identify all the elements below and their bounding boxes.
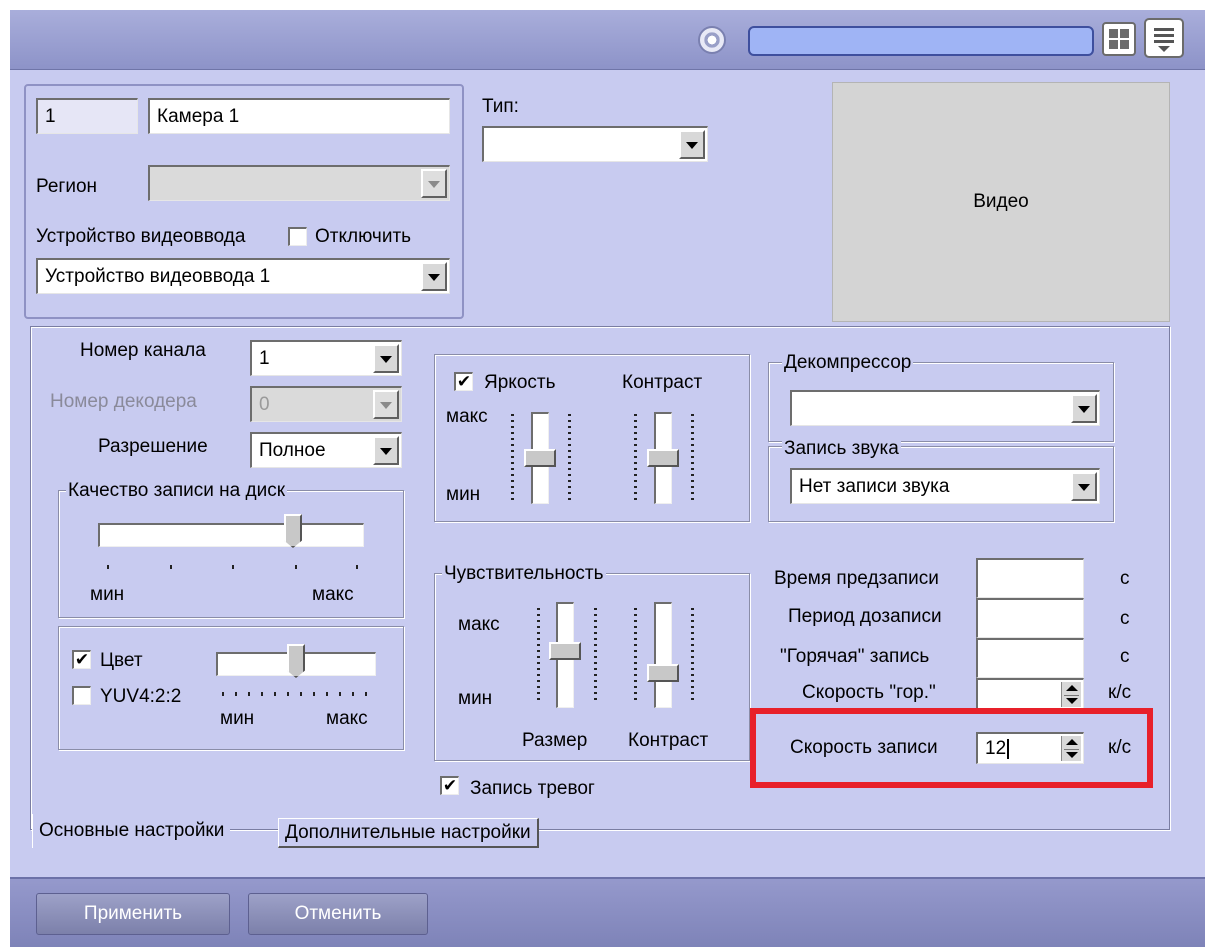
brightness-slider-thumb[interactable] bbox=[524, 449, 556, 467]
resolution-select[interactable]: Полное bbox=[250, 432, 402, 468]
chevron-down-icon[interactable] bbox=[421, 262, 447, 291]
brightness-checkbox[interactable]: ✔ bbox=[454, 372, 473, 391]
size-label: Размер bbox=[522, 730, 588, 751]
chevron-down-icon[interactable] bbox=[1071, 394, 1097, 423]
video-device-label: Устройство видеоввода bbox=[36, 226, 246, 247]
slider-ticks bbox=[634, 608, 637, 704]
hot-record-label: "Горячая" запись bbox=[780, 646, 930, 667]
hot-record-unit: с bbox=[1120, 646, 1130, 667]
postrecord-label: Период дозаписи bbox=[788, 606, 942, 627]
chevron-down-icon[interactable] bbox=[421, 169, 447, 198]
sensitivity-legend: Чувствительность bbox=[442, 563, 606, 585]
brightness-max-label: макс bbox=[446, 406, 488, 427]
slider-ticks bbox=[691, 414, 694, 500]
chevron-down-icon[interactable] bbox=[1071, 472, 1097, 501]
disable-device-checkbox[interactable] bbox=[288, 227, 307, 246]
grid-view-icon[interactable] bbox=[1102, 22, 1136, 56]
hot-speed-unit: к/с bbox=[1108, 682, 1132, 703]
yuv-checkbox[interactable] bbox=[72, 686, 91, 705]
resolution-label: Разрешение bbox=[98, 436, 208, 457]
chevron-down-icon[interactable] bbox=[679, 130, 705, 159]
contrast-slider-thumb[interactable] bbox=[647, 449, 679, 467]
size-slider-thumb[interactable] bbox=[549, 641, 581, 660]
contrast-label: Контраст bbox=[622, 372, 703, 393]
sensitivity-min-label: мин bbox=[458, 688, 493, 709]
cancel-button[interactable]: Отменить bbox=[248, 893, 428, 935]
image-adjust-group bbox=[434, 354, 750, 522]
color-min-label: мин bbox=[220, 708, 255, 729]
postrecord-field[interactable] bbox=[976, 598, 1084, 638]
camera-settings-window: 1 Камера 1 Регион Устройство видеоввода … bbox=[10, 10, 1205, 947]
tab-advanced-settings[interactable]: Дополнительные настройки bbox=[278, 818, 539, 848]
slider-ticks bbox=[594, 608, 597, 704]
spin-arrows-icon[interactable] bbox=[1061, 682, 1081, 707]
brightness-min-label: мин bbox=[446, 484, 481, 505]
sens-contrast-slider-thumb[interactable] bbox=[647, 663, 679, 682]
audio-recording-select[interactable]: Нет записи звука bbox=[790, 468, 1100, 504]
decompressor-select[interactable] bbox=[790, 390, 1100, 426]
slider-ticks bbox=[222, 692, 372, 696]
slider-ticks bbox=[537, 608, 540, 704]
tab-basic-settings[interactable]: Основные настройки bbox=[32, 814, 231, 848]
prerecord-field[interactable] bbox=[976, 558, 1084, 598]
slider-tick bbox=[295, 565, 297, 569]
hot-record-field[interactable] bbox=[976, 638, 1084, 678]
settings-gear-icon[interactable] bbox=[698, 26, 726, 54]
spin-arrows-icon[interactable] bbox=[1061, 736, 1081, 761]
slider-tick bbox=[356, 565, 358, 569]
chevron-down-icon[interactable] bbox=[373, 344, 399, 373]
yuv-label: YUV4:2:2 bbox=[100, 686, 182, 707]
slider-tick bbox=[170, 565, 172, 569]
disk-quality-track[interactable] bbox=[98, 523, 364, 547]
prerecord-unit: с bbox=[1120, 568, 1130, 589]
slider-ticks bbox=[634, 414, 637, 500]
chevron-down-icon bbox=[373, 390, 399, 419]
slider-tick bbox=[107, 565, 109, 569]
apply-button[interactable]: Применить bbox=[36, 893, 230, 935]
sens-contrast-track[interactable] bbox=[654, 602, 672, 708]
prerecord-label: Время предзаписи bbox=[774, 568, 939, 589]
disk-quality-legend: Качество записи на диск bbox=[66, 480, 288, 502]
color-checkbox[interactable]: ✔ bbox=[72, 650, 91, 669]
video-preview: Видео bbox=[832, 82, 1170, 322]
sens-contrast-label: Контраст bbox=[628, 730, 709, 751]
chevron-down-icon[interactable] bbox=[373, 436, 399, 465]
disable-device-label: Отключить bbox=[315, 226, 412, 247]
decoder-number-label: Номер декодера bbox=[50, 391, 197, 412]
region-label: Регион bbox=[36, 176, 98, 197]
record-speed-label: Скорость записи bbox=[790, 737, 938, 758]
slider-ticks bbox=[511, 414, 514, 500]
camera-id-field[interactable]: 1 bbox=[36, 98, 138, 134]
audio-recording-legend: Запись звука bbox=[782, 438, 901, 460]
title-bar bbox=[10, 10, 1205, 70]
video-device-select[interactable]: Устройство видеоввода 1 bbox=[36, 258, 450, 294]
postrecord-unit: с bbox=[1120, 608, 1130, 629]
menu-list-icon[interactable] bbox=[1144, 18, 1184, 58]
slider-ticks bbox=[568, 414, 571, 500]
sensitivity-max-label: макс bbox=[458, 614, 500, 635]
decoder-number-select: 0 bbox=[250, 386, 402, 422]
disk-quality-max-label: макс bbox=[312, 584, 354, 605]
brightness-label: Яркость bbox=[484, 372, 556, 393]
disk-quality-min-label: мин bbox=[90, 584, 125, 605]
channel-number-select[interactable]: 1 bbox=[250, 340, 402, 376]
channel-number-label: Номер канала bbox=[80, 340, 206, 361]
color-max-label: макс bbox=[326, 708, 368, 729]
alarm-recording-label: Запись тревог bbox=[470, 778, 595, 799]
slider-tick bbox=[232, 565, 234, 569]
hot-speed-field[interactable] bbox=[976, 678, 1084, 710]
record-speed-unit: к/с bbox=[1108, 737, 1132, 758]
region-select[interactable] bbox=[148, 165, 450, 201]
title-search-field[interactable] bbox=[748, 26, 1094, 56]
color-label: Цвет bbox=[100, 650, 143, 671]
hot-speed-label: Скорость "гор." bbox=[802, 682, 936, 703]
record-speed-field[interactable]: 12 bbox=[976, 732, 1084, 764]
slider-ticks bbox=[691, 608, 694, 704]
type-select[interactable] bbox=[482, 126, 708, 162]
decompressor-legend: Декомпрессор bbox=[782, 352, 914, 374]
alarm-recording-checkbox[interactable]: ✔ bbox=[440, 776, 459, 795]
type-label: Тип: bbox=[482, 96, 519, 117]
camera-name-field[interactable]: Камера 1 bbox=[148, 98, 450, 134]
text-cursor bbox=[1007, 738, 1010, 759]
